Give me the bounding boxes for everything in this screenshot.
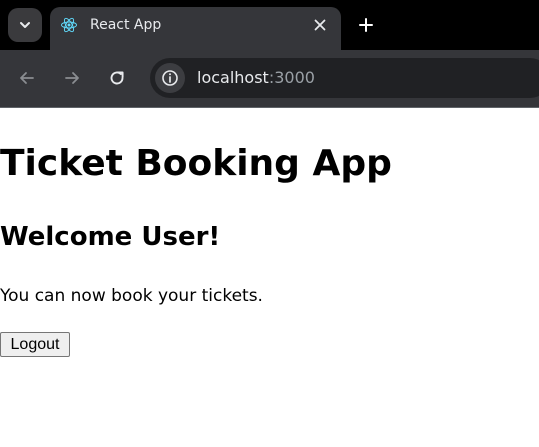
url-text: localhost:3000 <box>197 68 315 88</box>
tab-strip: React App <box>0 0 539 50</box>
url-port: :3000 <box>268 68 315 87</box>
browser-toolbar: localhost:3000 <box>0 50 539 107</box>
site-info-button[interactable] <box>155 63 185 93</box>
close-tab-button[interactable] <box>311 16 329 34</box>
tab-search-button[interactable] <box>8 8 42 42</box>
forward-button[interactable] <box>60 66 84 90</box>
react-logo-icon <box>61 17 77 33</box>
close-icon <box>314 19 326 31</box>
reload-button[interactable] <box>105 66 129 90</box>
page-title: Ticket Booking App <box>0 143 392 184</box>
chevron-down-icon <box>20 22 30 28</box>
browser-tab[interactable]: React App <box>50 7 341 50</box>
page-viewport: Ticket Booking App Welcome User! You can… <box>0 108 539 447</box>
url-host: localhost <box>197 68 269 87</box>
logout-button[interactable]: Logout <box>0 332 70 357</box>
new-tab-button[interactable] <box>354 13 378 37</box>
booking-message: You can now book your tickets. <box>0 286 263 306</box>
address-bar[interactable]: localhost:3000 <box>150 58 539 98</box>
plus-icon <box>359 18 373 32</box>
arrow-right-icon <box>65 72 79 84</box>
back-button[interactable] <box>15 66 39 90</box>
welcome-heading: Welcome User! <box>0 222 221 252</box>
arrow-left-icon <box>20 72 34 84</box>
reload-icon <box>110 71 124 85</box>
info-icon <box>162 70 178 86</box>
tab-title: React App <box>90 17 162 33</box>
